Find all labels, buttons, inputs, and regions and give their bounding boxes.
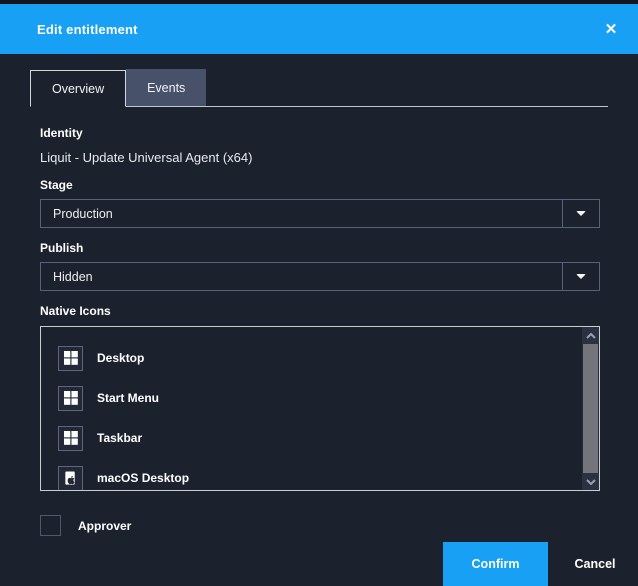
identity-value: Liquit - Update Universal Agent (x64) bbox=[40, 150, 600, 165]
scrollbar-thumb[interactable] bbox=[583, 344, 598, 473]
stage-selected-value: Production bbox=[41, 200, 562, 227]
windows-logo-icon bbox=[58, 426, 83, 451]
stage-label: Stage bbox=[40, 178, 600, 192]
list-item-label: macOS Desktop bbox=[97, 471, 189, 485]
scroll-down-icon[interactable] bbox=[582, 473, 599, 490]
list-item-label: Taskbar bbox=[97, 431, 142, 445]
tab-bar: Overview Events bbox=[30, 69, 608, 107]
scroll-up-icon[interactable] bbox=[582, 327, 599, 344]
confirm-button[interactable]: Confirm bbox=[443, 542, 548, 586]
dialog-title: Edit entitlement bbox=[37, 22, 138, 37]
edit-entitlement-dialog: Edit entitlement ✕ Overview Events Ident… bbox=[0, 0, 638, 586]
stage-dropdown[interactable]: Production bbox=[40, 199, 600, 228]
list-item-label: Start Menu bbox=[97, 391, 159, 405]
native-icons-label: Native Icons bbox=[40, 304, 600, 318]
approver-label: Approver bbox=[78, 519, 131, 533]
listbox-scrollbar[interactable] bbox=[582, 327, 599, 490]
chevron-down-icon bbox=[576, 274, 586, 279]
stage-dropdown-button[interactable] bbox=[562, 200, 599, 227]
publish-selected-value: Hidden bbox=[41, 263, 562, 290]
publish-dropdown-button[interactable] bbox=[562, 263, 599, 290]
publish-dropdown[interactable]: Hidden bbox=[40, 262, 600, 291]
tab-overview[interactable]: Overview bbox=[30, 70, 126, 107]
native-icons-listbox: Desktop Start Menu bbox=[40, 326, 600, 491]
apple-logo-icon bbox=[58, 466, 83, 491]
cancel-button[interactable]: Cancel bbox=[558, 542, 632, 586]
dialog-body: Overview Events Identity Liquit - Update… bbox=[0, 54, 638, 586]
windows-logo-icon bbox=[58, 386, 83, 411]
approver-row: Approver bbox=[40, 515, 600, 536]
identity-label: Identity bbox=[40, 126, 600, 140]
list-item-macos-desktop[interactable]: macOS Desktop bbox=[58, 458, 599, 491]
tab-events[interactable]: Events bbox=[126, 69, 206, 106]
approver-checkbox[interactable] bbox=[40, 515, 61, 536]
publish-label: Publish bbox=[40, 241, 600, 255]
native-icons-items: Desktop Start Menu bbox=[41, 327, 599, 491]
list-item-desktop[interactable]: Desktop bbox=[58, 338, 599, 378]
windows-logo-icon bbox=[58, 346, 83, 371]
list-item-taskbar[interactable]: Taskbar bbox=[58, 418, 599, 458]
list-item-label: Desktop bbox=[97, 351, 144, 365]
chevron-down-icon bbox=[576, 211, 586, 216]
list-item-start-menu[interactable]: Start Menu bbox=[58, 378, 599, 418]
close-icon[interactable]: ✕ bbox=[594, 4, 628, 54]
overview-tab-panel: Identity Liquit - Update Universal Agent… bbox=[0, 126, 638, 536]
dialog-titlebar: Edit entitlement ✕ bbox=[0, 4, 638, 54]
